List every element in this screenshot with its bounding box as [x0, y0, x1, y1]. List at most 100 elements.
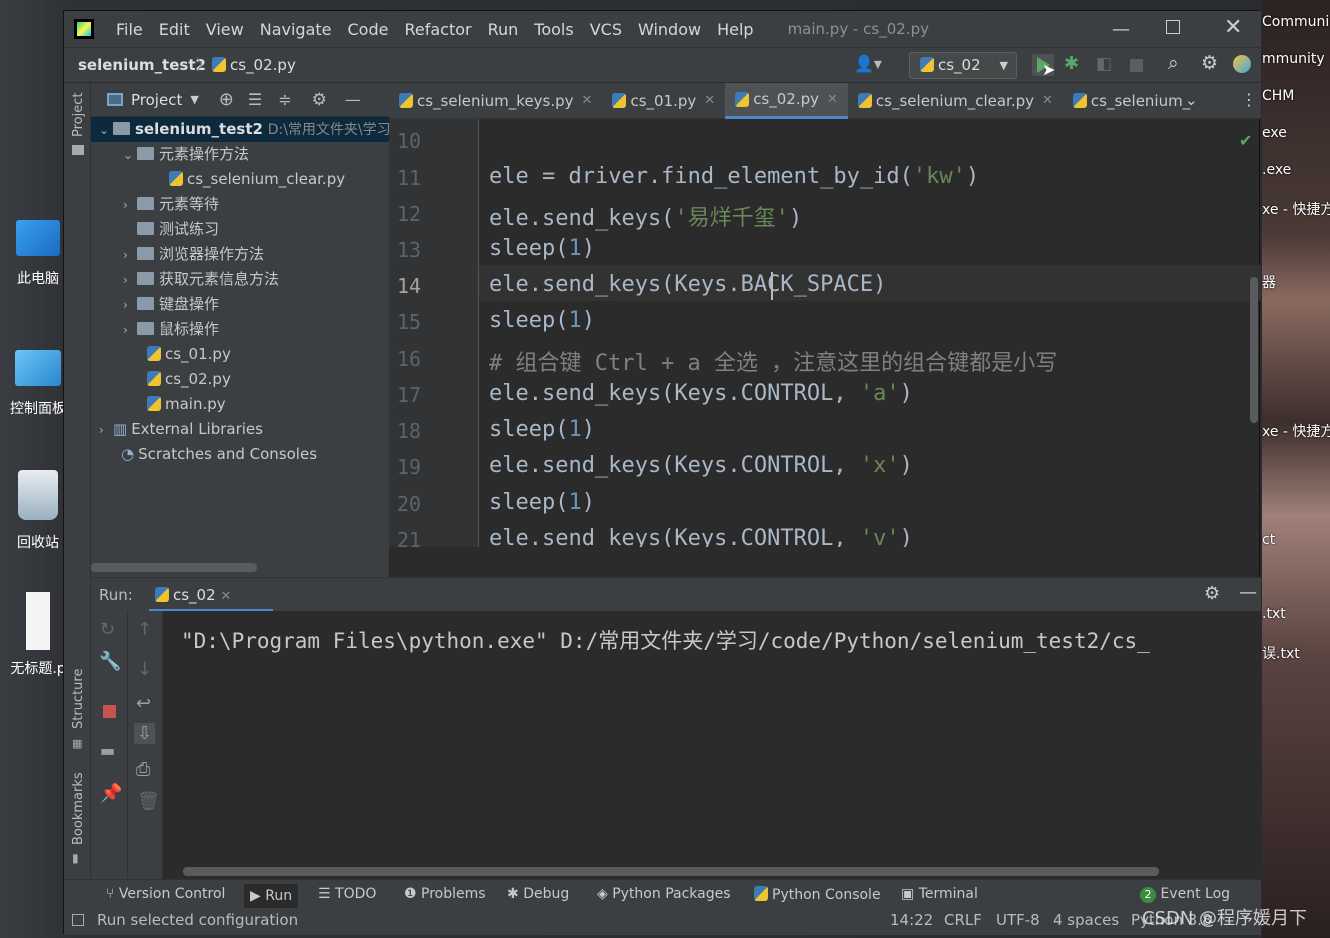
menu-refactor[interactable]: Refactor [396, 20, 479, 39]
desktop-label[interactable]: xe - 快捷方 [1262, 199, 1330, 219]
tree-file[interactable]: main.py [144, 392, 226, 417]
menu-navigate[interactable]: Navigate [252, 20, 340, 39]
maximize-button[interactable] [1166, 20, 1180, 34]
stop-button[interactable] [103, 705, 116, 718]
structure-tool-button[interactable]: Structure [71, 669, 86, 729]
file-encoding[interactable]: UTF-8 [996, 911, 1040, 929]
indent-setting[interactable]: 4 spaces [1053, 911, 1119, 929]
tab-cs-selenium-clear[interactable]: cs_selenium_clear.py ✕ [848, 83, 1063, 119]
project-view-selector[interactable]: Project [131, 91, 182, 109]
desktop-label[interactable]: 误.txt [1262, 643, 1300, 663]
tree-scratches[interactable]: ◔ Scratches and Consoles [121, 442, 317, 467]
menu-window[interactable]: Window [630, 20, 709, 39]
tab-cs-selenium-truncated[interactable]: cs_selenium_ [1063, 83, 1200, 119]
menu-vcs[interactable]: VCS [582, 20, 630, 39]
menu-tools[interactable]: Tools [526, 20, 581, 39]
trash-icon[interactable]: 🗑 [137, 791, 160, 812]
breadcrumb-project[interactable]: selenium_test2 [78, 56, 206, 74]
close-button[interactable]: ✕ [1224, 15, 1242, 40]
tool-run[interactable]: ▶ Run [244, 884, 299, 908]
tree-file[interactable]: cs_02.py [144, 367, 231, 392]
breadcrumb-file[interactable]: cs_02.py [209, 55, 296, 74]
hide-icon[interactable]: — [345, 90, 361, 109]
tree-folder[interactable]: › 键盘操作 [123, 292, 219, 317]
horizontal-scrollbar[interactable] [91, 563, 257, 572]
close-icon[interactable]: ✕ [704, 93, 715, 108]
close-icon[interactable]: ✕ [1042, 93, 1053, 108]
tool-todo[interactable]: ☰ TODO [318, 886, 376, 902]
tree-folder[interactable]: › 浏览器操作方法 [123, 242, 264, 267]
tree-folder[interactable]: 测试练习 [137, 217, 219, 242]
collapse-all-icon[interactable]: ≑ [278, 90, 291, 109]
tool-version-control[interactable]: ⑂ Version Control [106, 886, 225, 902]
caret-position[interactable]: 14:22 [890, 911, 933, 929]
tool-terminal[interactable]: ▣ Terminal [901, 886, 978, 902]
gear-icon[interactable]: ⚙ [1204, 583, 1220, 604]
desktop-label[interactable]: ct [1262, 532, 1275, 548]
gear-icon[interactable]: ⚙ [312, 90, 327, 110]
wrench-icon[interactable]: 🔧 [99, 651, 121, 672]
tool-debug[interactable]: ✱ Debug [507, 886, 569, 902]
tree-folder[interactable]: ⌄ 元素操作方法 [123, 142, 249, 167]
minimize-button[interactable]: — [1112, 19, 1130, 40]
hide-icon[interactable]: — [1239, 582, 1257, 603]
toolbox-icon[interactable] [1233, 55, 1251, 73]
vertical-scrollbar[interactable] [1250, 277, 1258, 423]
desktop-label[interactable]: 器 [1262, 272, 1276, 292]
tab-cs-01[interactable]: cs_01.py ✕ [602, 83, 725, 119]
user-icon[interactable]: 👤▾ [854, 54, 882, 73]
tool-problems[interactable]: ❶ Problems [404, 886, 486, 902]
code-editor[interactable]: ele = driver.find_element_by_id('kw') el… [479, 119, 1261, 547]
rerun-icon[interactable]: ↻ [100, 619, 115, 640]
close-icon[interactable]: ✕ [582, 93, 593, 108]
search-icon[interactable]: ⌕ [1168, 52, 1179, 74]
more-options-icon[interactable]: ⋮ [1241, 90, 1257, 109]
desktop-label[interactable]: xe - 快捷方 [1262, 421, 1330, 441]
desktop-label[interactable]: mmunity [1262, 51, 1325, 67]
horizontal-scrollbar[interactable] [183, 867, 1159, 876]
tree-folder[interactable]: › 鼠标操作 [123, 317, 219, 342]
expand-all-icon[interactable]: ☰ [248, 90, 262, 109]
tab-cs-selenium-keys[interactable]: cs_selenium_keys.py ✕ [389, 83, 602, 119]
pin-icon[interactable]: 📌 [100, 783, 122, 804]
gear-icon[interactable]: ⚙ [1201, 52, 1218, 74]
close-icon[interactable]: ✕ [827, 92, 838, 107]
run-config-selector[interactable]: cs_02 ▼ [909, 52, 1017, 79]
chevron-down-icon[interactable]: ⌄ [1185, 91, 1198, 109]
menu-help[interactable]: Help [709, 20, 761, 39]
print-icon[interactable]: ⎙ [136, 759, 150, 780]
tree-library[interactable]: › ▥ External Libraries [99, 417, 263, 442]
chevron-down-icon[interactable]: ▼ [190, 93, 198, 106]
desktop-label[interactable]: CHM [1262, 88, 1294, 104]
arrow-up-icon[interactable]: ↑ [137, 619, 152, 640]
desktop-label[interactable]: .txt [1262, 606, 1286, 622]
coverage-button[interactable]: ◧ [1096, 54, 1112, 74]
tree-file[interactable]: cs_selenium_clear.py [166, 167, 345, 192]
tool-python-packages[interactable]: ◈ Python Packages [597, 886, 731, 902]
run-console[interactable]: "D:\Program Files\python.exe" D:/常用文件夹/学… [163, 611, 1261, 879]
bookmarks-tool-button[interactable]: Bookmarks [71, 772, 86, 845]
close-icon[interactable]: ✕ [220, 589, 231, 604]
menu-code[interactable]: Code [340, 20, 397, 39]
run-tab-cs-02[interactable]: cs_02 ✕ [155, 586, 231, 604]
tree-folder[interactable]: › 获取元素信息方法 [123, 267, 279, 292]
menu-view[interactable]: View [198, 20, 252, 39]
tool-event-log[interactable]: 2 Event Log [1140, 886, 1230, 903]
menu-file[interactable]: File [108, 20, 151, 39]
tree-root[interactable]: ⌄ selenium_test2 D:\常用文件夹\学习 [91, 117, 391, 142]
arrow-down-icon[interactable]: ↓ [137, 659, 152, 680]
desktop-label[interactable]: .exe [1262, 162, 1291, 178]
stop-button[interactable] [1130, 59, 1143, 72]
locate-icon[interactable]: ⊕ [219, 89, 234, 110]
tab-cs-02[interactable]: cs_02.py ✕ [725, 82, 848, 119]
project-tool-button[interactable]: Project [71, 93, 86, 137]
layout-icon[interactable]: ▬ [100, 741, 115, 760]
desktop-label[interactable]: exe [1262, 125, 1287, 141]
tree-file[interactable]: cs_01.py [144, 342, 231, 367]
soft-wrap-icon[interactable]: ↩ [136, 693, 151, 714]
scroll-to-end-icon[interactable]: ⇩ [134, 723, 156, 744]
menu-edit[interactable]: Edit [151, 20, 198, 39]
debug-button[interactable]: ✱ [1064, 53, 1079, 74]
tree-folder[interactable]: › 元素等待 [123, 192, 219, 217]
desktop-label[interactable]: Communi [1262, 14, 1329, 30]
